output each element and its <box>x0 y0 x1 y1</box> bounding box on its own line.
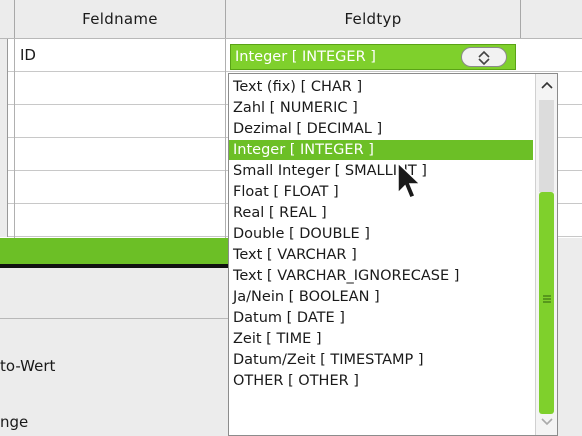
dropdown-option[interactable]: Text [ VARCHAR ] <box>229 245 533 265</box>
header-field-type[interactable]: Feldtyp <box>226 0 520 38</box>
header-field-name[interactable]: Feldname <box>15 0 225 38</box>
dropdown-option[interactable]: Float [ FLOAT ] <box>229 182 533 202</box>
up-down-arrows-icon[interactable] <box>461 47 507 67</box>
dropdown-option[interactable]: Text (fix) [ CHAR ] <box>229 77 533 97</box>
panel-separator <box>0 318 230 319</box>
dropdown-scrollbar[interactable] <box>535 74 557 435</box>
field-type-combobox[interactable]: Integer [ INTEGER ] <box>230 44 516 70</box>
header-separator <box>520 0 521 38</box>
row-marker[interactable] <box>0 171 8 204</box>
column-separator <box>225 39 226 238</box>
dropdown-option[interactable]: Zahl [ NUMERIC ] <box>229 98 533 118</box>
dropdown-option-selected[interactable]: Integer [ INTEGER ] <box>229 140 533 160</box>
field-properties-panel <box>0 268 230 436</box>
row-marker[interactable] <box>0 72 8 105</box>
row-marker[interactable] <box>0 39 8 72</box>
table-design-window: Feldname Feldtyp ID Integer [ INTEGER ] … <box>0 0 582 436</box>
field-type-combobox-value: Integer [ INTEGER ] <box>235 49 376 65</box>
row-marker[interactable] <box>0 105 8 138</box>
field-properties-divider <box>0 238 230 264</box>
dropdown-option[interactable]: Datum/Zeit [ TIMESTAMP ] <box>229 350 533 370</box>
column-separator <box>14 39 15 238</box>
field-type-dropdown-list[interactable]: Text (fix) [ CHAR ] Zahl [ NUMERIC ] Dez… <box>228 73 558 436</box>
row-marker[interactable] <box>0 138 8 171</box>
dropdown-option[interactable]: Ja/Nein [ BOOLEAN ] <box>229 287 533 307</box>
row-marker[interactable] <box>0 204 8 237</box>
dropdown-option[interactable]: Datum [ DATE ] <box>229 308 533 328</box>
dropdown-option[interactable]: OTHER [ OTHER ] <box>229 371 533 391</box>
dropdown-option[interactable]: Dezimal [ DECIMAL ] <box>229 119 533 139</box>
scrollbar-grip-icon <box>539 294 554 304</box>
dropdown-option[interactable]: Text [ VARCHAR_IGNORECASE ] <box>229 266 533 286</box>
mouse-pointer-icon <box>397 161 422 199</box>
scroll-up-arrow-icon[interactable] <box>538 76 555 98</box>
dropdown-option[interactable]: Small Integer [ SMALLINT ] <box>229 161 533 181</box>
property-label-autovalue: to-Wert <box>0 357 56 375</box>
scrollbar-track[interactable] <box>539 100 554 192</box>
dropdown-option[interactable]: Zeit [ TIME ] <box>229 329 533 349</box>
dropdown-option[interactable]: Real [ REAL ] <box>229 203 533 223</box>
dropdown-option[interactable]: Double [ DOUBLE ] <box>229 224 533 244</box>
column-header-row: Feldname Feldtyp <box>0 0 582 39</box>
scroll-down-arrow-icon[interactable] <box>538 415 555 433</box>
field-name-cell[interactable]: ID <box>20 39 36 72</box>
property-label-length: nge <box>0 413 29 431</box>
